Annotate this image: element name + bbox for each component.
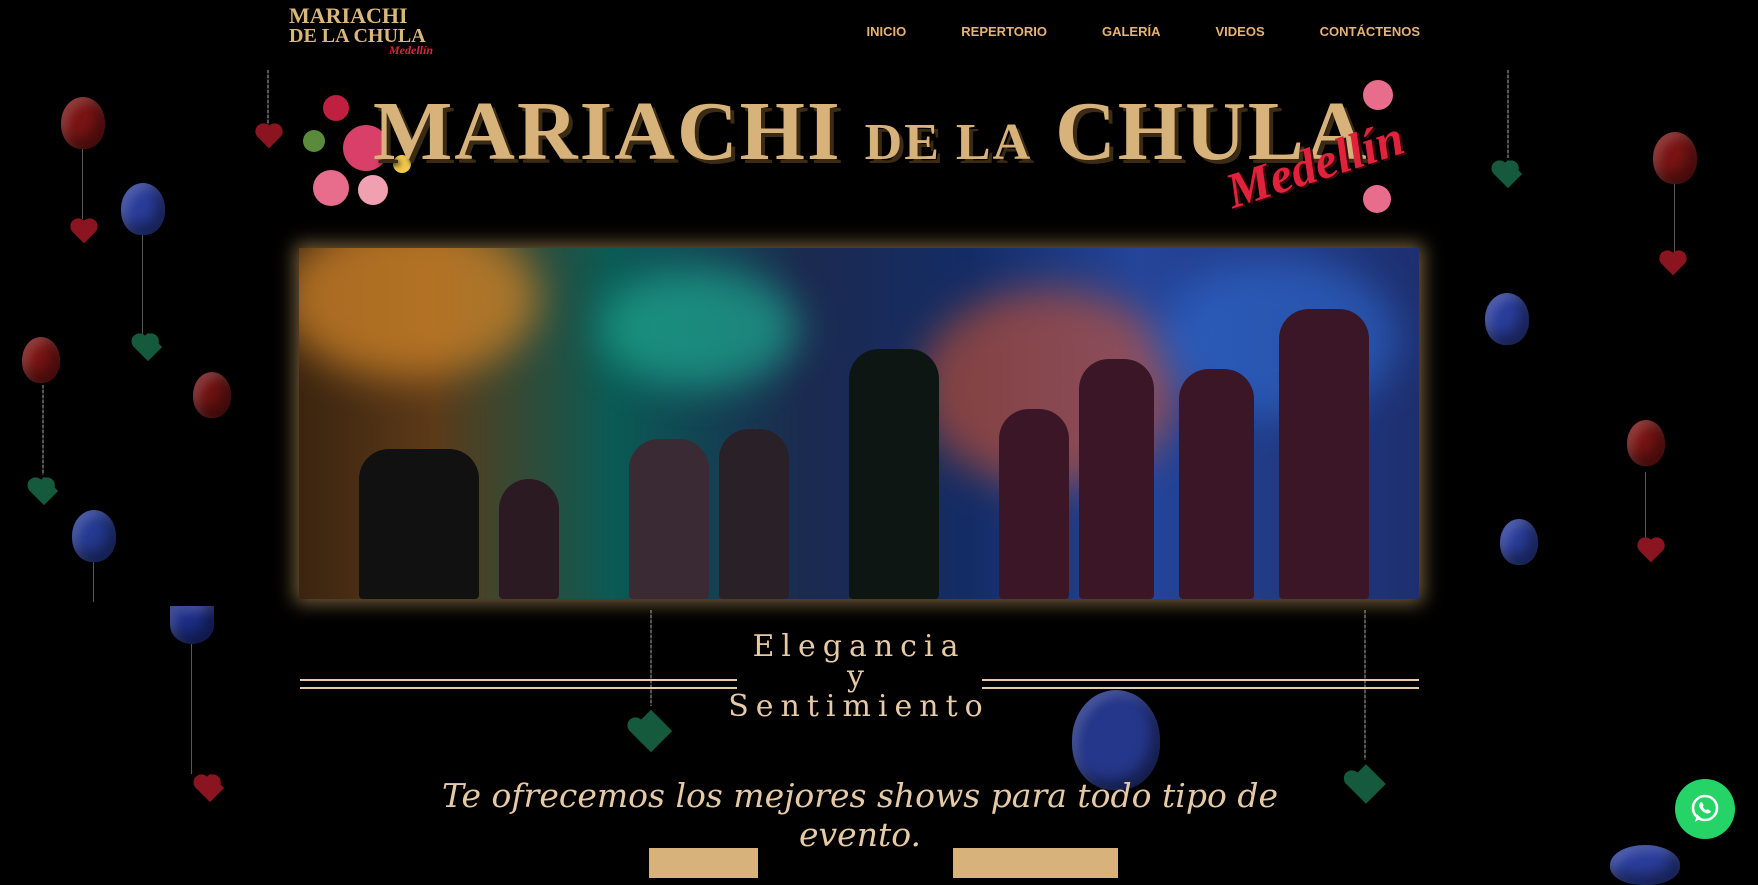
nav-galeria[interactable]: GALERÍA [1102, 24, 1161, 39]
heart-icon [195, 773, 225, 803]
heart-icon [257, 125, 281, 149]
balloon-red-icon [1653, 132, 1697, 254]
balloon-blue-icon [1500, 519, 1538, 565]
balloon-red-icon [1627, 420, 1665, 552]
divider-right [982, 679, 1419, 689]
nav-contactenos[interactable]: CONTÁCTENOS [1320, 24, 1420, 39]
cta-button-left[interactable] [649, 848, 758, 878]
nav-videos[interactable]: VIDEOS [1215, 24, 1264, 39]
balloon-red-icon [22, 337, 60, 383]
heart-icon [629, 709, 673, 753]
tagline-line2: y [847, 659, 871, 694]
balloon-blue-icon [1072, 690, 1160, 790]
offer-text: Te ofrecemos los mejores shows para todo… [442, 776, 1278, 854]
heart-icon [1661, 252, 1685, 276]
whatsapp-button[interactable] [1675, 779, 1735, 839]
heart-icon [1639, 539, 1663, 563]
main-nav: INICIO REPERTORIO GALERÍA VIDEOS CONTÁCT… [812, 24, 1420, 39]
hero-band-photo [299, 248, 1419, 599]
heart-icon [1346, 764, 1386, 804]
heart-icon [133, 332, 163, 362]
banner-title-mid: DE LA [864, 114, 1033, 171]
logo-line1: MARIACHI [289, 3, 408, 28]
balloon-blue-icon [72, 510, 116, 602]
balloon-red-icon [61, 97, 105, 219]
balloon-blue-icon [121, 183, 165, 335]
balloon-blue-icon [1610, 845, 1680, 885]
tagline: Elegancia y Sentimiento [720, 632, 998, 722]
logo-line3: Medellín [389, 43, 433, 57]
balloon-red-icon [193, 372, 231, 418]
tagline-line3: Sentimiento [728, 689, 990, 724]
heart-icon [29, 476, 59, 506]
title-banner: MARIACHI DE LA CHULA Medellín [303, 75, 1415, 230]
heart-icon [1493, 159, 1523, 189]
banner-title-main: MARIACHI [373, 85, 842, 178]
tagline-line1: Elegancia [752, 629, 966, 664]
balloon-blue-icon [1485, 293, 1529, 345]
whatsapp-icon [1691, 794, 1719, 822]
cta-button-right[interactable] [953, 848, 1118, 878]
site-logo[interactable]: MARIACHI DE LA CHULA Medellín [289, 3, 434, 60]
nav-inicio[interactable]: INICIO [867, 24, 907, 39]
balloon-blue-icon [170, 606, 214, 774]
divider-left [300, 679, 737, 689]
nav-repertorio[interactable]: REPERTORIO [961, 24, 1047, 39]
heart-icon [72, 220, 96, 244]
